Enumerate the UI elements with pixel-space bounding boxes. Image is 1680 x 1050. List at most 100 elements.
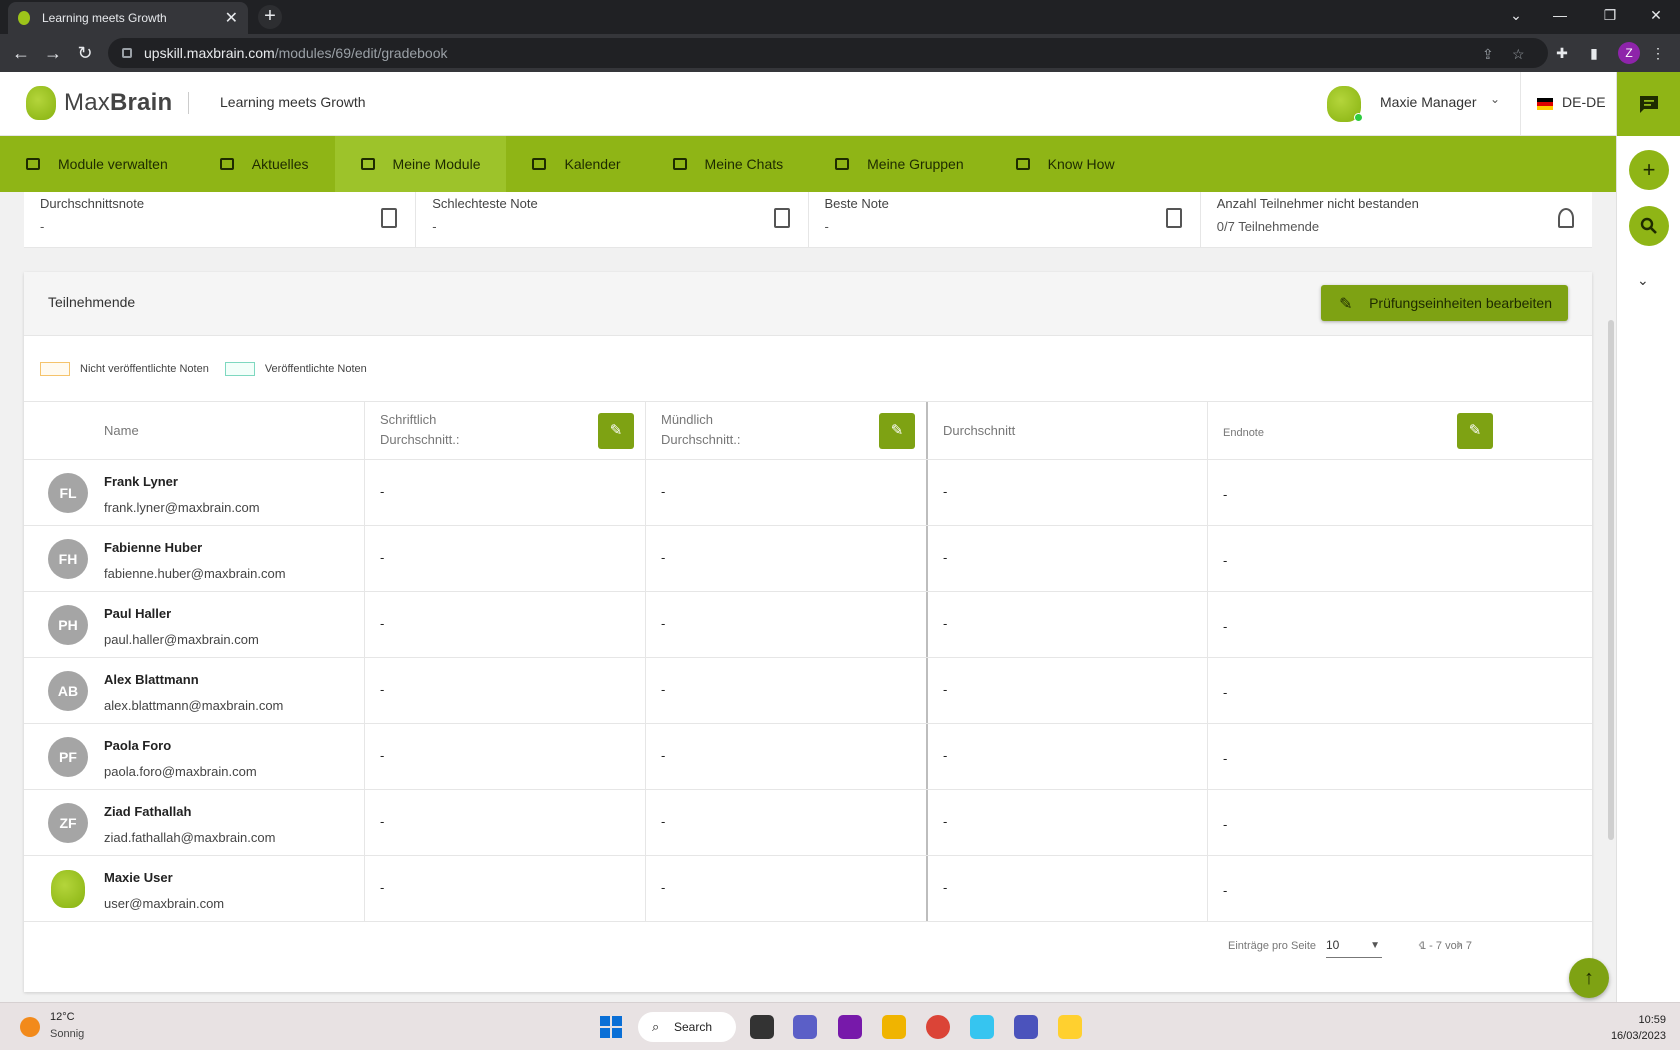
- participant-email: paul.haller@maxbrain.com: [104, 632, 259, 647]
- nav-meine-chats[interactable]: Meine Chats: [647, 136, 810, 192]
- weather-temperature: 12°C: [50, 1011, 75, 1023]
- minimize-button[interactable]: —: [1540, 0, 1580, 30]
- chat-button[interactable]: [1617, 72, 1680, 136]
- url-bar[interactable]: upskill.maxbrain.com /modules/69/edit/gr…: [108, 38, 1548, 68]
- tab-search-icon[interactable]: ⌄: [1496, 0, 1536, 30]
- chats-icon: [672, 158, 687, 170]
- close-tab-icon[interactable]: ✕: [225, 8, 238, 28]
- edit-oral-button[interactable]: ✎: [879, 413, 915, 449]
- header-final[interactable]: Endnote: [1223, 423, 1264, 443]
- final-grade-cell[interactable]: -: [1223, 487, 1227, 502]
- oral-grade-cell[interactable]: -: [661, 616, 665, 631]
- file-explorer-icon[interactable]: [882, 1015, 906, 1039]
- back-icon[interactable]: ←: [10, 42, 32, 64]
- slack-icon[interactable]: [970, 1015, 994, 1039]
- scrollbar[interactable]: [1608, 320, 1614, 840]
- card-title: Teilnehmende: [48, 294, 136, 310]
- profile-avatar[interactable]: Z: [1618, 42, 1640, 64]
- logo-text-bold: Brain: [109, 89, 173, 116]
- written-grade-cell[interactable]: -: [380, 880, 384, 895]
- restore-button[interactable]: ❐: [1590, 0, 1630, 30]
- task-view-icon[interactable]: [750, 1015, 774, 1039]
- forward-icon[interactable]: →: [42, 42, 64, 64]
- share-icon[interactable]: ⇪: [1482, 46, 1494, 63]
- caret-down-icon: ▼: [1370, 940, 1380, 951]
- final-grade-cell[interactable]: -: [1223, 883, 1227, 898]
- teams-icon[interactable]: [1014, 1015, 1038, 1039]
- reload-icon[interactable]: ↻: [74, 42, 96, 64]
- miro-icon[interactable]: [1058, 1015, 1082, 1039]
- oral-grade-cell[interactable]: -: [661, 550, 665, 565]
- nav-module-verwalten[interactable]: Module verwalten: [0, 136, 194, 192]
- header-oral[interactable]: Mündlich Durchschnitt.:: [661, 410, 740, 450]
- teams-chat-icon[interactable]: [793, 1015, 817, 1039]
- header-average[interactable]: Durchschnitt: [943, 421, 1015, 441]
- browser-tab[interactable]: Learning meets Growth ✕: [8, 2, 248, 34]
- nav-label: Aktuelles: [251, 156, 309, 172]
- final-grade-cell[interactable]: -: [1223, 553, 1227, 568]
- user-name[interactable]: Maxie Manager: [1380, 94, 1477, 110]
- tab-title: Learning meets Growth: [42, 11, 167, 25]
- edit-exam-units-button[interactable]: ✎ Prüfungseinheiten bearbeiten: [1321, 285, 1568, 321]
- bookmark-star-icon[interactable]: ☆: [1512, 46, 1525, 63]
- final-grade-cell[interactable]: -: [1223, 619, 1227, 634]
- search-button[interactable]: [1629, 206, 1669, 246]
- language-selector[interactable]: DE-DE: [1562, 94, 1606, 110]
- nav-kalender[interactable]: Kalender: [506, 136, 646, 192]
- taskbar-search[interactable]: ⌕ Search: [638, 1012, 736, 1042]
- final-grade-cell[interactable]: -: [1223, 817, 1227, 832]
- windows-start-icon[interactable]: [600, 1016, 622, 1038]
- participant-avatar: FL: [48, 473, 88, 513]
- participant-avatar: AB: [48, 671, 88, 711]
- average-grade-cell: -: [943, 484, 948, 499]
- lock-icon: [122, 48, 132, 58]
- close-window-button[interactable]: ✕: [1636, 0, 1676, 30]
- written-grade-cell[interactable]: -: [380, 814, 384, 829]
- chevron-down-icon[interactable]: ⌄: [1490, 92, 1500, 106]
- edit-written-button[interactable]: ✎: [598, 413, 634, 449]
- oral-grade-cell[interactable]: -: [661, 748, 665, 763]
- expand-chevron-icon[interactable]: ⌄: [1637, 272, 1649, 289]
- manage-modules-icon: [26, 158, 40, 170]
- participant-email: alex.blattmann@maxbrain.com: [104, 698, 284, 713]
- nav-label: Know How: [1047, 156, 1115, 172]
- extensions-icon[interactable]: ✚: [1552, 43, 1572, 63]
- header-written[interactable]: Schriftlich Durchschnitt.:: [380, 410, 459, 450]
- sun-icon[interactable]: [20, 1017, 40, 1037]
- edit-final-button[interactable]: ✎: [1457, 413, 1493, 449]
- side-panel-icon[interactable]: ▮: [1584, 43, 1604, 63]
- edit-exam-units-label: Prüfungseinheiten bearbeiten: [1369, 295, 1552, 311]
- next-page-icon[interactable]: ›: [1456, 934, 1462, 955]
- oral-grade-cell[interactable]: -: [661, 682, 665, 697]
- nav-aktuelles[interactable]: Aktuelles: [194, 136, 335, 192]
- header-name[interactable]: Name: [104, 421, 139, 441]
- written-grade-cell[interactable]: -: [380, 616, 384, 631]
- chrome-icon[interactable]: [926, 1015, 950, 1039]
- final-grade-cell[interactable]: -: [1223, 751, 1227, 766]
- lang-divider: [1520, 72, 1521, 136]
- user-avatar[interactable]: [1327, 86, 1363, 122]
- add-button[interactable]: +: [1629, 150, 1669, 190]
- browser-menu-icon[interactable]: ⋮: [1648, 43, 1668, 63]
- participant-avatar: PH: [48, 605, 88, 645]
- final-grade-cell[interactable]: -: [1223, 685, 1227, 700]
- nav-know-how[interactable]: Know How: [990, 136, 1141, 192]
- new-tab-button[interactable]: +: [258, 5, 282, 29]
- written-grade-cell[interactable]: -: [380, 484, 384, 499]
- oral-grade-cell[interactable]: -: [661, 814, 665, 829]
- written-grade-cell[interactable]: -: [380, 550, 384, 565]
- onenote-icon[interactable]: [838, 1015, 862, 1039]
- nav-meine-module[interactable]: Meine Module: [334, 136, 507, 192]
- oral-grade-cell[interactable]: -: [661, 880, 665, 895]
- nav-meine-gruppen[interactable]: Meine Gruppen: [809, 136, 990, 192]
- stat-best: Beste Note -: [809, 192, 1201, 247]
- maxbrain-logo[interactable]: MaxBrain: [26, 86, 172, 120]
- prev-page-icon[interactable]: ‹: [1418, 934, 1424, 955]
- written-grade-cell[interactable]: -: [380, 748, 384, 763]
- written-grade-cell[interactable]: -: [380, 682, 384, 697]
- oral-grade-cell[interactable]: -: [661, 484, 665, 499]
- published-swatch: [224, 361, 255, 376]
- taskbar-clock[interactable]: 10:59 16/03/2023: [1611, 1012, 1666, 1044]
- per-page-select[interactable]: 10 ▼: [1326, 936, 1382, 958]
- scroll-to-top-button[interactable]: ↑: [1569, 958, 1609, 998]
